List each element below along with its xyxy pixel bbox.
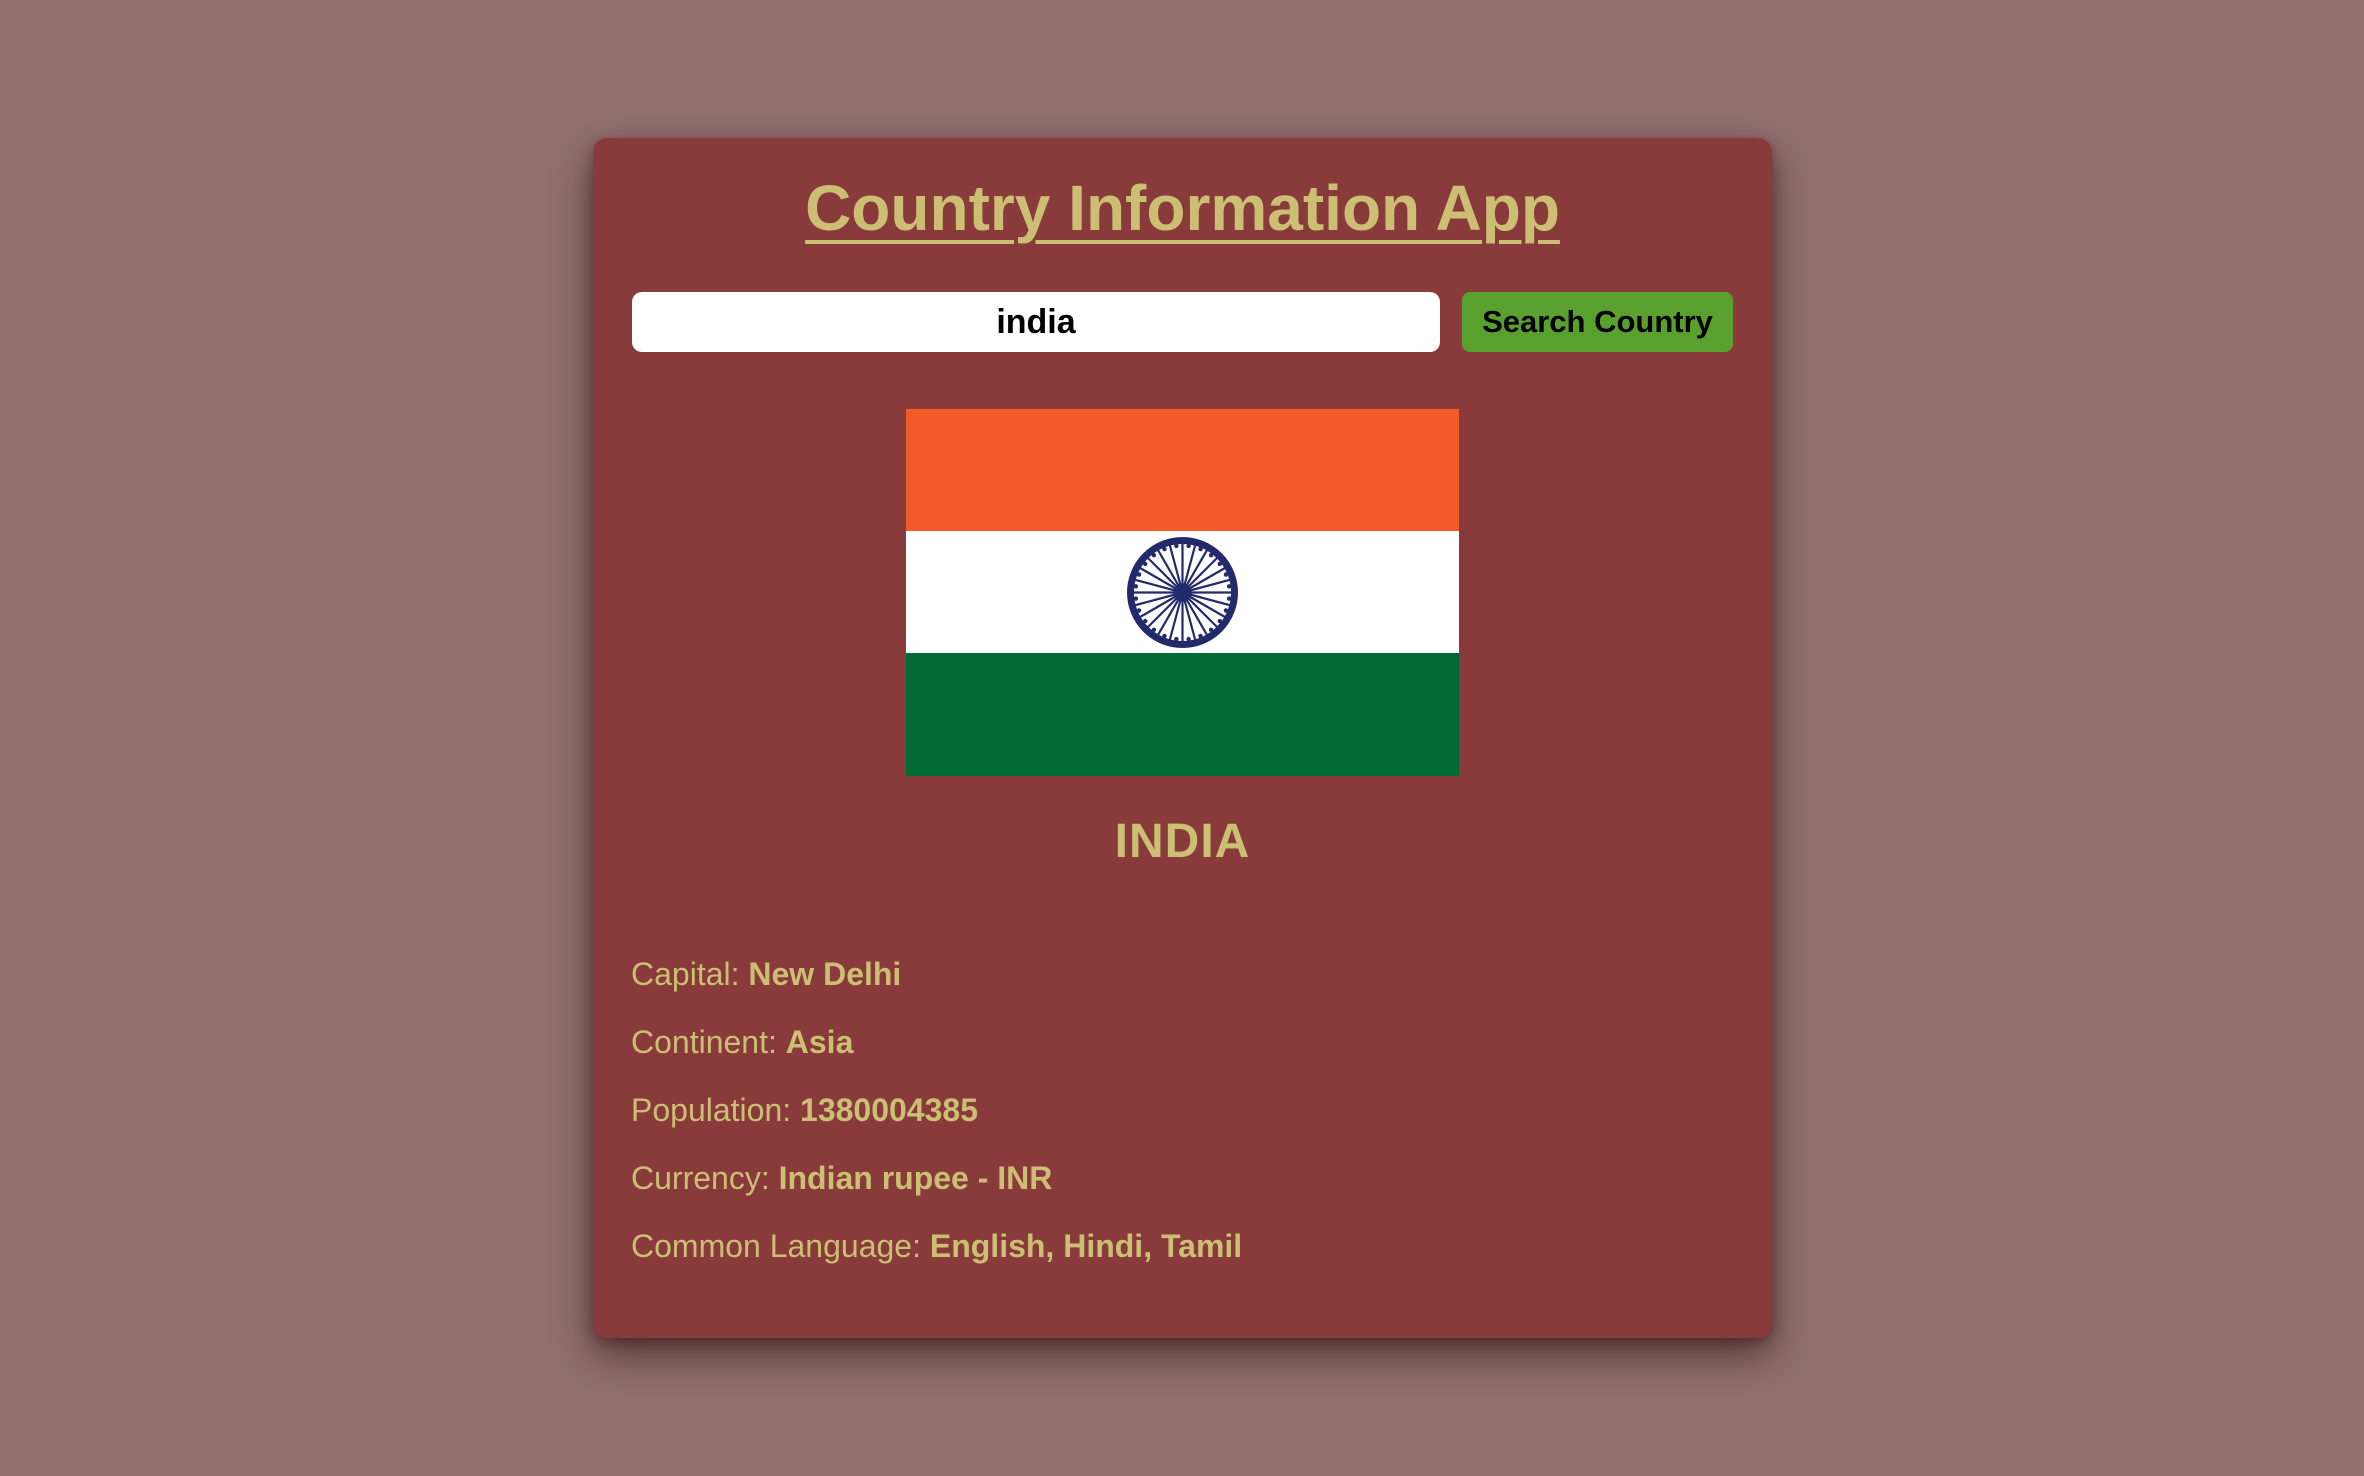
search-input[interactable]	[632, 292, 1440, 352]
flag-stripe-bottom	[906, 653, 1459, 776]
detail-value: Indian rupee - INR	[778, 1160, 1053, 1196]
detail-label: Currency:	[631, 1160, 770, 1196]
country-card: Country Information App Search Country I…	[593, 138, 1772, 1338]
flag-stripe-top	[906, 409, 1459, 532]
detail-language: Common Language: English, Hindi, Tamil	[631, 1226, 1242, 1294]
detail-currency: Currency: Indian rupee - INR	[631, 1158, 1242, 1226]
detail-label: Population:	[631, 1092, 792, 1128]
country-details: Capital: New Delhi Continent: Asia Popul…	[631, 954, 1242, 1294]
detail-label: Capital:	[631, 956, 740, 992]
detail-value: English, Hindi, Tamil	[929, 1228, 1243, 1264]
detail-population: Population: 1380004385	[631, 1090, 1242, 1158]
detail-label: Continent:	[631, 1024, 777, 1060]
detail-value: 1380004385	[800, 1092, 978, 1128]
detail-value: New Delhi	[748, 956, 902, 992]
detail-label: Common Language:	[631, 1228, 921, 1264]
ashoka-chakra-icon	[1127, 537, 1238, 648]
page-title-text: Country Information App	[805, 172, 1560, 244]
country-name: INDIA	[1114, 815, 1251, 868]
detail-capital: Capital: New Delhi	[631, 954, 1242, 1022]
search-country-button[interactable]: Search Country	[1462, 292, 1733, 352]
page-title: Country Information App	[593, 176, 1772, 240]
country-flag	[906, 409, 1459, 776]
detail-continent: Continent: Asia	[631, 1022, 1242, 1090]
detail-value: Asia	[785, 1024, 854, 1060]
